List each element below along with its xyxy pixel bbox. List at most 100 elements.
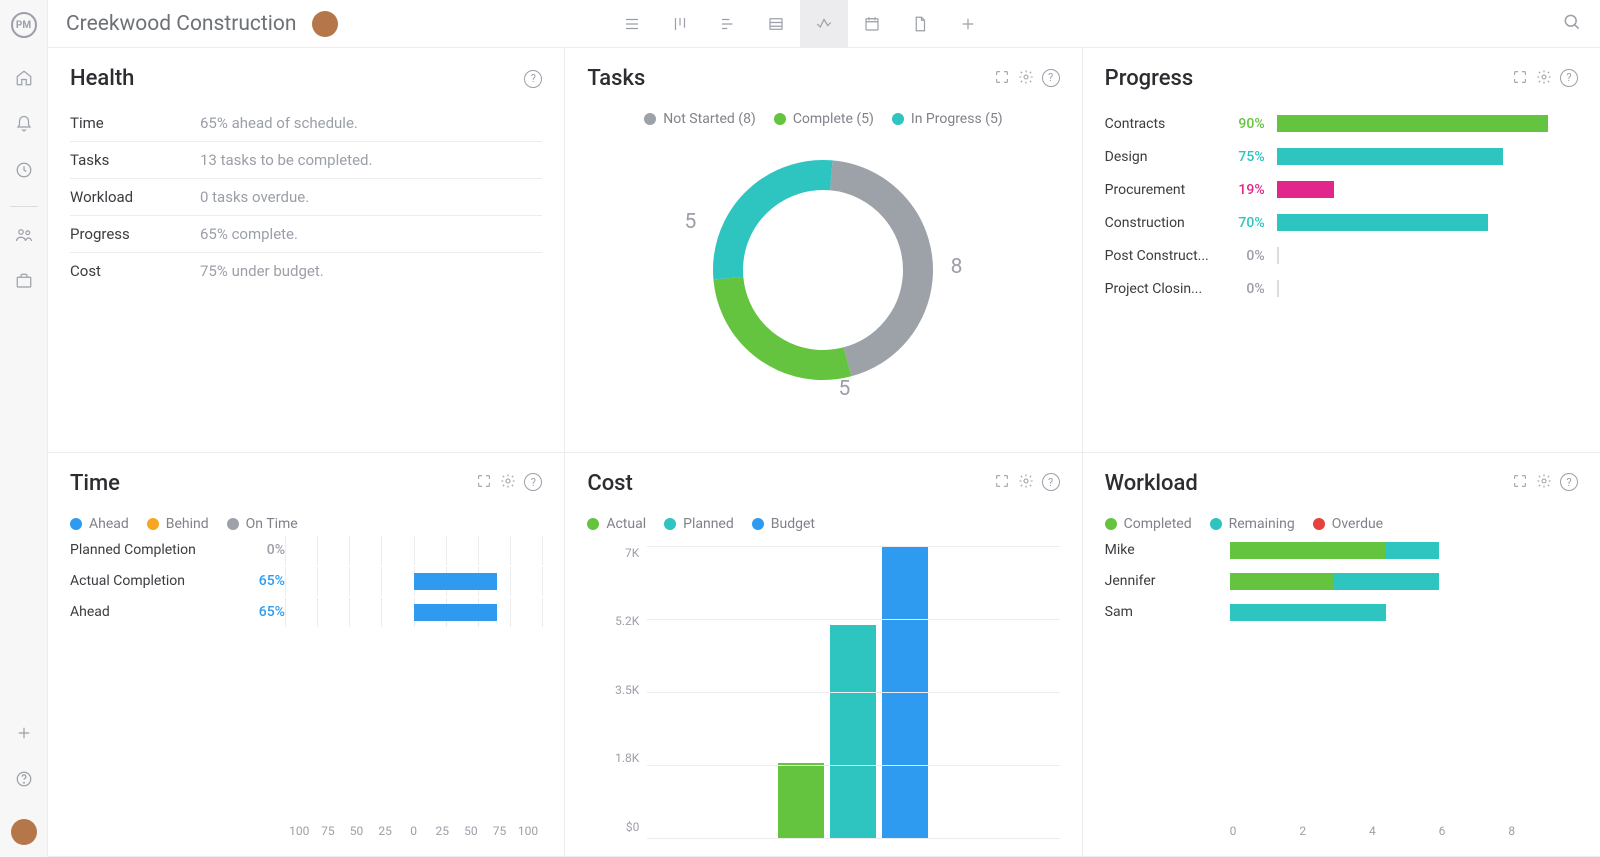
health-value: 0 tasks overdue. <box>200 188 309 206</box>
gear-icon[interactable] <box>500 473 516 493</box>
list-view-tab[interactable] <box>608 0 656 48</box>
progress-bar <box>1277 181 1578 198</box>
progress-bar <box>1277 247 1578 264</box>
legend-item: In Progress (5) <box>892 111 1003 127</box>
search-icon[interactable] <box>1562 12 1582 36</box>
workload-segment <box>1230 604 1387 621</box>
cost-bar <box>830 625 876 838</box>
time-bar-fill <box>414 573 498 590</box>
progress-bar <box>1277 148 1578 165</box>
card-title-time: Time <box>70 471 120 496</box>
add-icon[interactable] <box>10 719 38 747</box>
app-logo[interactable]: PM <box>11 12 37 38</box>
time-bar <box>285 573 542 590</box>
help-icon[interactable] <box>10 765 38 793</box>
expand-icon[interactable] <box>994 69 1010 89</box>
board-view-tab[interactable] <box>656 0 704 48</box>
legend-item: Not Started (8) <box>644 111 756 127</box>
progress-label: Design <box>1105 149 1213 165</box>
home-icon[interactable] <box>10 64 38 92</box>
progress-row: Contracts90% <box>1105 115 1578 132</box>
health-label: Tasks <box>70 151 200 169</box>
user-avatar[interactable] <box>11 819 37 845</box>
axis-tick: 50 <box>342 824 371 838</box>
gear-icon[interactable] <box>1536 473 1552 493</box>
gear-icon[interactable] <box>1018 69 1034 89</box>
time-row: Ahead65% <box>70 604 542 621</box>
axis-tick: 6 <box>1439 824 1509 838</box>
legend-item: Planned <box>664 516 734 532</box>
legend-label: In Progress (5) <box>911 111 1003 127</box>
progress-label: Procurement <box>1105 182 1213 198</box>
axis-tick: 2 <box>1299 824 1369 838</box>
card-title-progress: Progress <box>1105 66 1194 91</box>
progress-label: Post Construct... <box>1105 248 1213 264</box>
progress-fill <box>1277 115 1548 132</box>
briefcase-icon[interactable] <box>10 267 38 295</box>
workload-bar <box>1230 573 1578 590</box>
cost-legend: ActualPlannedBudget <box>587 516 1059 532</box>
health-value: 65% complete. <box>200 225 298 243</box>
help-icon[interactable]: ? <box>1560 69 1578 87</box>
help-icon[interactable]: ? <box>1042 473 1060 491</box>
time-label: Actual Completion <box>70 573 235 589</box>
health-row: Cost75% under budget. <box>70 253 542 289</box>
calendar-view-tab[interactable] <box>848 0 896 48</box>
axis-tick: 100 <box>514 824 543 838</box>
legend-label: Ahead <box>89 516 129 532</box>
progress-percent: 0% <box>1225 281 1265 297</box>
add-view-tab[interactable] <box>944 0 992 48</box>
legend-label: Completed <box>1124 516 1192 532</box>
expand-icon[interactable] <box>1512 473 1528 493</box>
expand-icon[interactable] <box>1512 69 1528 89</box>
legend-item: Complete (5) <box>774 111 874 127</box>
expand-icon[interactable] <box>476 473 492 493</box>
progress-label: Construction <box>1105 215 1213 231</box>
progress-percent: 19% <box>1225 182 1265 198</box>
project-avatar[interactable] <box>312 11 338 37</box>
time-label: Planned Completion <box>70 542 235 558</box>
help-icon[interactable]: ? <box>524 70 542 88</box>
progress-row: Post Construct... 0% <box>1105 247 1578 264</box>
dashboard-view-tab[interactable] <box>800 0 848 48</box>
health-card: Health ? Time65% ahead of schedule. Tasks… <box>48 48 565 453</box>
workload-card: Workload ? CompletedRemainingOverdue Mik… <box>1083 453 1600 857</box>
table-view-tab[interactable] <box>752 0 800 48</box>
legend-item: Completed <box>1105 516 1192 532</box>
bell-icon[interactable] <box>10 110 38 138</box>
gantt-view-tab[interactable] <box>704 0 752 48</box>
legend-dot <box>147 518 159 530</box>
health-label: Cost <box>70 262 200 280</box>
progress-percent: 0% <box>1225 248 1265 264</box>
workload-legend: Completed Remaining Overdue <box>1105 516 1578 532</box>
time-bar <box>285 542 542 559</box>
legend-label: Remaining <box>1229 516 1295 532</box>
help-icon[interactable]: ? <box>1042 69 1060 87</box>
clock-icon[interactable] <box>10 156 38 184</box>
time-row: Planned Completion0% <box>70 542 542 559</box>
progress-percent: 75% <box>1225 149 1265 165</box>
time-percent: 65% <box>235 573 285 589</box>
people-icon[interactable] <box>10 221 38 249</box>
legend-dot <box>752 518 764 530</box>
help-icon[interactable]: ? <box>1560 473 1578 491</box>
workload-label: Mike <box>1105 542 1230 558</box>
legend-dot <box>892 113 904 125</box>
help-icon[interactable]: ? <box>524 473 542 491</box>
files-view-tab[interactable] <box>896 0 944 48</box>
gear-icon[interactable] <box>1536 69 1552 89</box>
cost-card: Cost ? ActualPlannedBudget 7K5.2K3.5K1.8… <box>565 453 1082 857</box>
health-row: Time65% ahead of schedule. <box>70 105 542 142</box>
expand-icon[interactable] <box>994 473 1010 493</box>
progress-card: Progress ? Contracts90% Design 75% Procurem… <box>1083 48 1600 453</box>
axis-tick: 0 <box>399 824 428 838</box>
gear-icon[interactable] <box>1018 473 1034 493</box>
axis-tick: 4 <box>1369 824 1439 838</box>
health-label: Progress <box>70 225 200 243</box>
workload-row: Mike <box>1105 542 1578 559</box>
legend-item: Overdue <box>1313 516 1383 532</box>
legend-label: On Time <box>246 516 298 532</box>
card-title-health: Health <box>70 66 134 91</box>
health-label: Workload <box>70 188 200 206</box>
health-row: Progress65% complete. <box>70 216 542 253</box>
